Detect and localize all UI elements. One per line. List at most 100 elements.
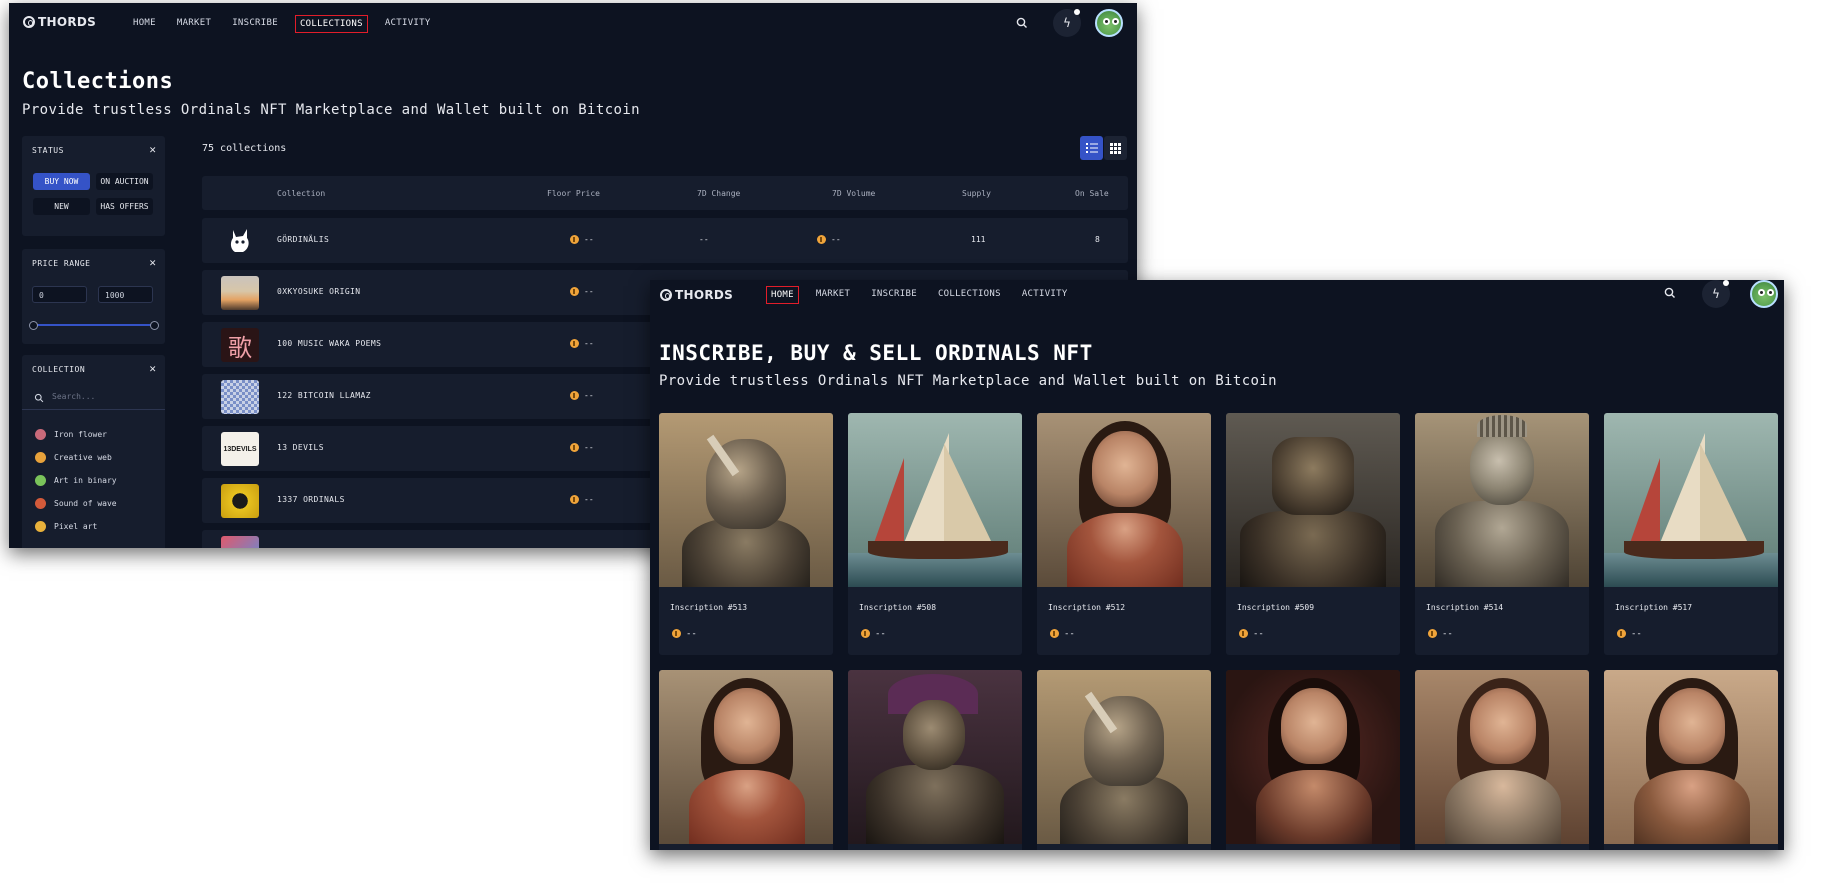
collection-name[interactable]: 0XKYOSUKE ORIGIN xyxy=(277,287,360,296)
nft-card[interactable]: Inscription #508 -- xyxy=(848,413,1022,655)
collection-search-input[interactable]: Search... xyxy=(22,387,165,410)
nft-image xyxy=(1415,413,1589,587)
collection-avatar xyxy=(35,452,46,463)
buy-now-button[interactable]: BUY NOW xyxy=(33,173,90,190)
collection-name[interactable]: 13 DEVILS xyxy=(277,443,324,452)
nav-activity[interactable]: ACTIVITY xyxy=(1018,286,1072,304)
price-slider-min-handle[interactable] xyxy=(29,321,38,330)
top-nav: THORDS HOME MARKET INSCRIBE COLLECTIONS … xyxy=(650,280,1784,312)
has-offers-button[interactable]: HAS OFFERS xyxy=(96,198,153,215)
collection-option[interactable]: Iron flower xyxy=(35,429,107,440)
column-floor-price[interactable]: Floor Price xyxy=(547,189,600,198)
brand-logo[interactable]: THORDS xyxy=(23,15,96,29)
on-auction-button[interactable]: ON AUCTION xyxy=(96,173,153,190)
nft-image xyxy=(659,670,833,844)
nft-card[interactable] xyxy=(1226,670,1400,850)
nft-title: Inscription #514 xyxy=(1426,603,1504,612)
nft-card[interactable] xyxy=(659,670,833,850)
brand-name: THORDS xyxy=(675,288,734,302)
close-icon[interactable]: ✕ xyxy=(149,362,156,375)
collection-name[interactable]: 100 MUSIC WAKA POEMS xyxy=(277,339,381,348)
column-supply[interactable]: Supply xyxy=(962,189,991,198)
nft-title: Inscription #513 xyxy=(670,603,748,612)
nft-title: Inscription #512 xyxy=(1048,603,1126,612)
price-slider-track[interactable] xyxy=(32,324,155,326)
lightning-button[interactable]: ϟ xyxy=(1702,280,1730,308)
nft-image xyxy=(659,413,833,587)
nft-card[interactable]: Inscription #514 -- xyxy=(1415,413,1589,655)
collections-count: 75 collections xyxy=(202,143,287,154)
nav-collections[interactable]: COLLECTIONS xyxy=(294,15,368,33)
lightning-icon: ϟ xyxy=(1063,16,1071,30)
7d-volume: -- xyxy=(817,235,841,244)
list-view-button[interactable] xyxy=(1080,136,1103,160)
lightning-button[interactable]: ϟ xyxy=(1053,9,1081,37)
column-7d-change[interactable]: 7D Change xyxy=(697,189,740,198)
floor-price: -- xyxy=(570,391,594,400)
grid-view-icon xyxy=(1110,142,1121,154)
nft-image xyxy=(848,670,1022,844)
nft-card[interactable] xyxy=(1037,670,1211,850)
nav-inscribe[interactable]: INSCRIBE xyxy=(867,286,921,304)
table-header: Collection Floor Price 7D Change 7D Volu… xyxy=(202,176,1128,210)
price-min-input[interactable]: 0 xyxy=(32,286,87,303)
nft-image xyxy=(1226,670,1400,844)
collection-thumbnail: 歌 xyxy=(221,328,259,362)
price-slider-max-handle[interactable] xyxy=(150,321,159,330)
avatar[interactable] xyxy=(1750,280,1778,308)
nav-collections[interactable]: COLLECTIONS xyxy=(934,286,1005,304)
floor-price: -- xyxy=(570,443,594,452)
collection-name[interactable]: 1337 ORDINALS xyxy=(277,495,345,504)
close-icon[interactable]: ✕ xyxy=(149,256,156,269)
price-range-panel: PRICE RANGE ✕ 0 1000 xyxy=(22,249,165,344)
search-icon[interactable] xyxy=(1015,16,1029,30)
bitcoin-icon xyxy=(861,629,870,638)
page-subtitle: Provide trustless Ordinals NFT Marketpla… xyxy=(659,373,1278,389)
brand-name: THORDS xyxy=(38,15,97,29)
floor-price: -- xyxy=(570,235,594,244)
nft-card[interactable] xyxy=(1415,670,1589,850)
nft-image xyxy=(1604,413,1778,587)
collection-name[interactable]: GÖRDINÄLIS xyxy=(277,235,329,244)
collection-option[interactable]: Creative web xyxy=(35,452,112,463)
column-7d-volume[interactable]: 7D Volume xyxy=(832,189,875,198)
table-row[interactable]: GÖRDINÄLIS -- -- -- 111 8 xyxy=(202,218,1128,263)
nft-card[interactable] xyxy=(848,670,1022,850)
collection-thumbnail xyxy=(221,484,259,518)
grid-view-button[interactable] xyxy=(1104,136,1127,160)
nav-inscribe[interactable]: INSCRIBE xyxy=(228,15,282,33)
collection-option[interactable]: Art in binary xyxy=(35,475,117,486)
search-icon[interactable] xyxy=(1663,286,1677,300)
brand-logo[interactable]: THORDS xyxy=(660,288,733,302)
collection-option-label: Creative web xyxy=(54,453,112,462)
nft-card[interactable] xyxy=(1604,670,1778,850)
nav-activity[interactable]: ACTIVITY xyxy=(381,15,435,33)
collection-heading: COLLECTION xyxy=(32,365,86,374)
column-on-sale[interactable]: On Sale xyxy=(1075,189,1109,198)
bitcoin-icon xyxy=(570,339,579,348)
search-icon xyxy=(34,393,44,403)
nav-market[interactable]: MARKET xyxy=(173,15,215,33)
collection-option-label: Pixel art xyxy=(54,522,98,531)
column-collection[interactable]: Collection xyxy=(277,189,325,198)
new-button[interactable]: NEW xyxy=(33,198,90,215)
price-max-input[interactable]: 1000 xyxy=(98,286,153,303)
bitcoin-icon xyxy=(817,235,826,244)
avatar[interactable] xyxy=(1095,9,1123,37)
nft-card[interactable]: Inscription #512 -- xyxy=(1037,413,1211,655)
collection-thumbnail: 13DEVILS xyxy=(221,432,259,466)
nft-card[interactable]: Inscription #513 -- xyxy=(659,413,833,655)
collection-option[interactable]: Pixel art xyxy=(35,521,97,532)
nft-card[interactable]: Inscription #517 -- xyxy=(1604,413,1778,655)
bitcoin-icon xyxy=(1617,629,1626,638)
logo-icon xyxy=(23,16,35,28)
status-filter-panel: STATUS ✕ BUY NOW ON AUCTION NEW HAS OFFE… xyxy=(22,136,165,236)
nav-home[interactable]: HOME xyxy=(766,286,799,304)
7d-change: -- xyxy=(699,235,709,244)
nav-home[interactable]: HOME xyxy=(129,15,160,33)
nft-card[interactable]: Inscription #509 -- xyxy=(1226,413,1400,655)
collection-name[interactable]: 122 BITCOIN LLAMAZ xyxy=(277,391,371,400)
close-icon[interactable]: ✕ xyxy=(149,143,156,156)
collection-option[interactable]: Sound of wave xyxy=(35,498,117,509)
nav-market[interactable]: MARKET xyxy=(812,286,854,304)
